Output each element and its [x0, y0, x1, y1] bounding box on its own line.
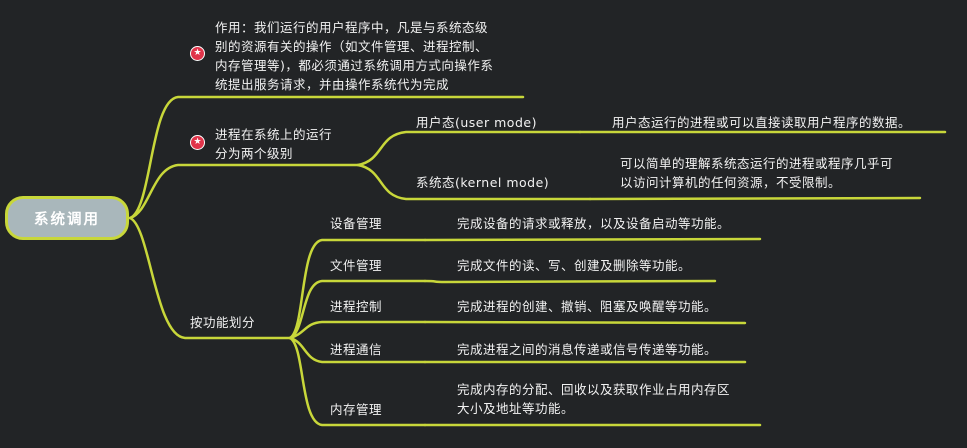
func-memory-desc-line: 大小及地址等功能。	[457, 401, 575, 416]
func-file-desc: 完成文件的读、写、创建及删除等功能。	[457, 258, 692, 273]
purpose-line: 统提出服务请求，并由操作系统代为完成	[215, 77, 450, 92]
root-node[interactable]: 系统调用	[5, 196, 129, 240]
link-root-levels	[128, 163, 360, 220]
purpose-line: 别的资源有关的操作（如文件管理、进程控制、	[215, 39, 489, 54]
link-func-process	[288, 320, 427, 340]
func-process-control[interactable]: 进程控制	[330, 297, 382, 316]
mode-kernel-mode[interactable]: 系统态(kernel mode)	[416, 173, 549, 192]
link-device-desc	[423, 237, 762, 242]
func-process-desc: 完成进程的创建、撤销、阻塞及唤醒等功能。	[457, 299, 718, 314]
purpose-line: 作用：我们运行的用户程序中，凡是与系统态级	[215, 20, 489, 35]
link-process-desc	[423, 320, 747, 325]
mode-kernel-mode-desc: 可以简单的理解系统态运行的进程或程序几乎可 以访问计算机的任何资源，不受限制。	[620, 154, 893, 192]
mind-map: 系统调用 ★ 作用：我们运行的用户程序中，凡是与系统态级 别的资源有关的操作（如…	[0, 0, 967, 448]
link-file-desc	[423, 279, 717, 284]
star-icon: ★	[190, 135, 205, 150]
mode-user-mode-desc: 用户态运行的进程或可以直接读取用户程序的数据。	[612, 115, 912, 130]
star-icon: ★	[190, 46, 205, 61]
func-ipc-desc: 完成进程之间的消息传递或信号传递等功能。	[457, 342, 718, 357]
purpose-line: 内存管理等)，都必须通过系统调用方式向操作系	[215, 58, 494, 73]
func-memory-management[interactable]: 内存管理	[330, 400, 382, 419]
purpose-node[interactable]: 作用：我们运行的用户程序中，凡是与系统态级 别的资源有关的操作（如文件管理、进程…	[215, 18, 493, 94]
func-memory-desc-line: 完成内存的分配、回收以及获取作业占用内存区	[457, 382, 731, 397]
link-levels-user	[356, 130, 582, 167]
link-kernel-desc	[588, 196, 922, 201]
func-device-management[interactable]: 设备管理	[330, 214, 382, 233]
func-memory-desc: 完成内存的分配、回收以及获取作业占用内存区 大小及地址等功能。	[457, 380, 730, 418]
func-device-desc: 完成设备的请求或释放，以及设备启动等功能。	[457, 216, 731, 231]
mode-kernel-desc-line: 可以简单的理解系统态运行的进程或程序几乎可	[620, 156, 894, 171]
mode-user-mode[interactable]: 用户态(user mode)	[416, 113, 537, 132]
levels-node[interactable]: 进程在系统上的运行 分为两个级别	[215, 125, 332, 163]
levels-line: 分为两个级别	[215, 146, 294, 161]
mode-kernel-desc-line: 以访问计算机的任何资源，不受限制。	[620, 175, 842, 190]
func-process-communication[interactable]: 进程通信	[330, 340, 382, 359]
root-label: 系统调用	[34, 211, 100, 228]
functions-node[interactable]: 按功能划分	[190, 313, 255, 332]
levels-line: 进程在系统上的运行	[215, 127, 333, 142]
func-file-management[interactable]: 文件管理	[330, 256, 382, 275]
